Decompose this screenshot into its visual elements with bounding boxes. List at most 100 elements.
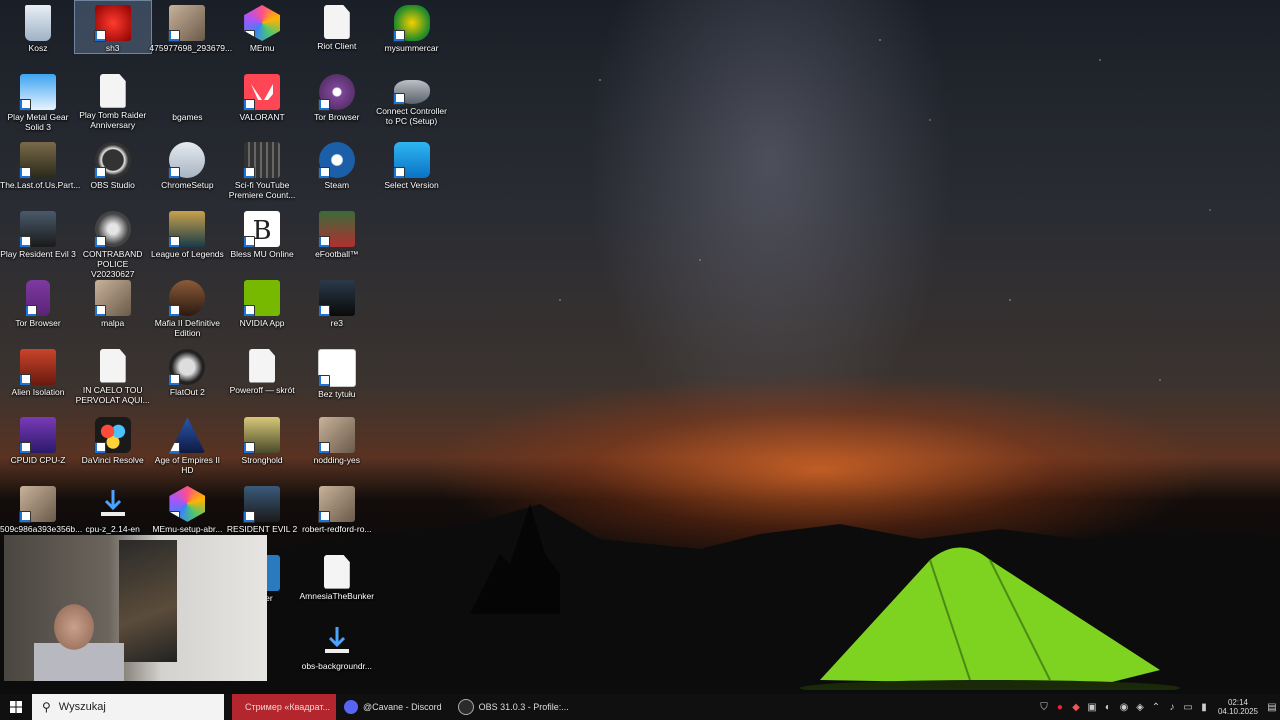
desktop-icon[interactable]: Stronghold [224, 413, 300, 465]
desktop-icon-label: Tor Browser [314, 111, 360, 122]
desktop-icon[interactable]: 509c986a393e356b... [0, 482, 83, 534]
desktop-icon[interactable]: sh3 [73, 0, 152, 54]
download-icon [319, 623, 355, 659]
desktop-icon[interactable]: CPUID CPU-Z [0, 413, 76, 465]
desktop-icon-label: Stronghold [241, 455, 283, 466]
desktop-icon[interactable]: obs-backgroundr... [299, 619, 375, 671]
desktop-icon[interactable]: AmnesiaTheBunker [299, 551, 375, 601]
taskbar-app-streamer[interactable]: Стример «Квадрат... [232, 694, 336, 720]
desktop-icon[interactable]: Kosz [0, 1, 76, 53]
green-tent [800, 547, 1180, 690]
photo-icon [317, 485, 355, 523]
svg-text:B: B [253, 216, 272, 246]
desktop-icon[interactable]: mysummercar [374, 1, 450, 53]
taskbar-search[interactable]: ⚲ Wyszukaj [32, 694, 224, 720]
desktop-icon-label: MEmu-setup-abr... [152, 523, 223, 534]
nvidia-icon [243, 279, 281, 317]
desktop-icon[interactable]: DaVinci Resolve [75, 413, 151, 465]
desktop-icon[interactable]: robert-redford-ro... [299, 482, 375, 534]
desktop-icon[interactable]: 475977698_293679... [149, 1, 233, 53]
desktop-icon[interactable]: OBS Studio [75, 138, 151, 190]
desktop-icon[interactable]: Select Version [374, 138, 450, 190]
tray-display-icon[interactable]: ▭ [1180, 702, 1196, 713]
desktop-icon[interactable]: re3 [299, 276, 375, 328]
tray-volume-icon[interactable]: ♪ [1164, 702, 1180, 713]
tray-shield-icon[interactable]: ⛉ [1036, 702, 1052, 713]
tray-vivaldi-icon[interactable]: ◆ [1068, 702, 1084, 713]
desktop-icon[interactable]: VALORANT [224, 70, 300, 122]
chrome-icon [168, 142, 206, 180]
desktop-icon-label: re3 [330, 317, 343, 328]
desktop-icon-label: Poweroff — skrót [229, 384, 295, 395]
desktop-icon[interactable]: Sci-fi YouTube Premiere Count... [224, 138, 300, 200]
desktop-icon[interactable]: Play Tomb Raider Anniversary [75, 70, 151, 130]
start-button[interactable] [0, 694, 32, 720]
desktop-icon[interactable]: Play Metal Gear Solid 3 [0, 70, 76, 132]
download-icon [95, 486, 131, 522]
desktop-icon[interactable]: Age of Empires II HD [149, 413, 225, 475]
desktop-icon[interactable]: bgames [149, 70, 225, 122]
desktop-icon[interactable]: Play Resident Evil 3 [0, 207, 76, 259]
wall-poster [119, 540, 177, 662]
desktop-icon-label: Bez tytułu [318, 388, 356, 399]
discord-icon [344, 700, 358, 714]
notifications-icon[interactable]: ▤ [1264, 702, 1280, 713]
desktop-icon-label: IN CAELO TOU PERVOLAT AQUI... [75, 384, 150, 405]
desktop-icon[interactable]: nodding-yes [299, 413, 375, 465]
desktop-icon[interactable]: Poweroff — skrót [224, 345, 300, 395]
tray-app2-icon[interactable]: ◐ [1100, 702, 1116, 713]
desktop-icon[interactable]: B Bless MU Online [224, 207, 300, 259]
desktop-icon-label: Sci-fi YouTube Premiere Count... [228, 180, 296, 201]
desktop-icon[interactable]: RESIDENT EVIL 2 [224, 482, 300, 534]
desktop-icon[interactable]: The.Last.of.Us.Part... [0, 138, 81, 191]
desktop-icon-label: obs-backgroundr... [301, 661, 372, 672]
taskbar-clock[interactable]: 02:14 04.10.2025 [1218, 698, 1258, 716]
desktop-icon[interactable]: CONTRABAND POLICE V20230627 [75, 207, 151, 279]
desktop-icon-label: Select Version [384, 180, 439, 191]
torpurple-icon [25, 279, 50, 317]
taskbar-app-obs[interactable]: OBS 31.0.3 - Profile:... [450, 694, 577, 720]
taskbar-app-discord[interactable]: @Cavane - Discord [336, 694, 450, 720]
police-icon [93, 211, 131, 249]
desktop-icon-label: Bless MU Online [230, 249, 294, 260]
desktop-icon-label: AmnesiaTheBunker [299, 590, 375, 601]
file-icon [99, 348, 126, 383]
system-tray: ⛉ ● ◆ ▣ ◐ ◉ ◈ ⌃ ♪ ▭ ▮ 02:14 04.10.2025 ▤ [1036, 694, 1280, 720]
photo-icon [168, 5, 206, 42]
desktop-icon[interactable]: Steam [299, 138, 375, 190]
desktop-icon[interactable]: Connect Controller to PC (Setup) [374, 70, 450, 126]
tray-chevron-icon[interactable]: ⌃ [1148, 702, 1164, 713]
paint-icon [317, 348, 356, 387]
clock-time: 02:14 [1227, 698, 1248, 707]
desktop-icon[interactable]: MEmu-setup-abr... [149, 482, 225, 534]
tor-icon [317, 73, 355, 111]
desktop-icon[interactable]: Alien Isolation [0, 345, 76, 397]
film-icon [243, 142, 281, 180]
desktop-icon[interactable]: malpa [75, 276, 151, 328]
desktop-icon[interactable]: FlatOut 2 [149, 345, 225, 397]
desktop-icon[interactable]: Mafia II Definitive Edition [149, 276, 225, 338]
desktop-icon-label: malpa [101, 317, 125, 328]
desktop-icon-label: 475977698_293679... [149, 43, 233, 53]
tray-nvidia-icon[interactable]: ◈ [1132, 702, 1148, 713]
tray-mic-icon[interactable]: ▮ [1196, 702, 1212, 713]
desktop-icon[interactable]: ChromeSetup [149, 138, 225, 190]
desktop-icon[interactable]: NVIDIA App [224, 276, 300, 328]
desktop-icon[interactable]: IN CAELO TOU PERVOLAT AQUI... [75, 345, 151, 405]
tray-record-icon[interactable]: ● [1052, 702, 1068, 713]
desktop-icon[interactable]: Bez tytułu [299, 345, 375, 399]
desktop-icon-label: The.Last.of.Us.Part... [0, 180, 81, 191]
desktop-icon-label: Connect Controller to PC (Setup) [376, 105, 447, 126]
tray-app-icon[interactable]: ▣ [1084, 702, 1100, 713]
tray-steam-icon[interactable]: ◉ [1116, 702, 1132, 713]
desktop-icon[interactable]: Tor Browser [0, 276, 76, 328]
desktop-icon[interactable]: MEmu [224, 1, 300, 53]
desktop-icon[interactable]: League of Legends [149, 207, 225, 259]
desktop-icon-label: ChromeSetup [161, 180, 214, 191]
desktop-icon-label: 509c986a393e356b... [0, 523, 83, 534]
desktop-icon[interactable]: cpu-z_2.14-en [75, 482, 151, 534]
desktop-icon[interactable]: eFootball™ [299, 207, 375, 259]
desktop-icon[interactable]: Riot Client [299, 1, 375, 51]
desktop-icon[interactable]: Tor Browser [299, 70, 375, 122]
bless-icon: B [243, 211, 281, 249]
